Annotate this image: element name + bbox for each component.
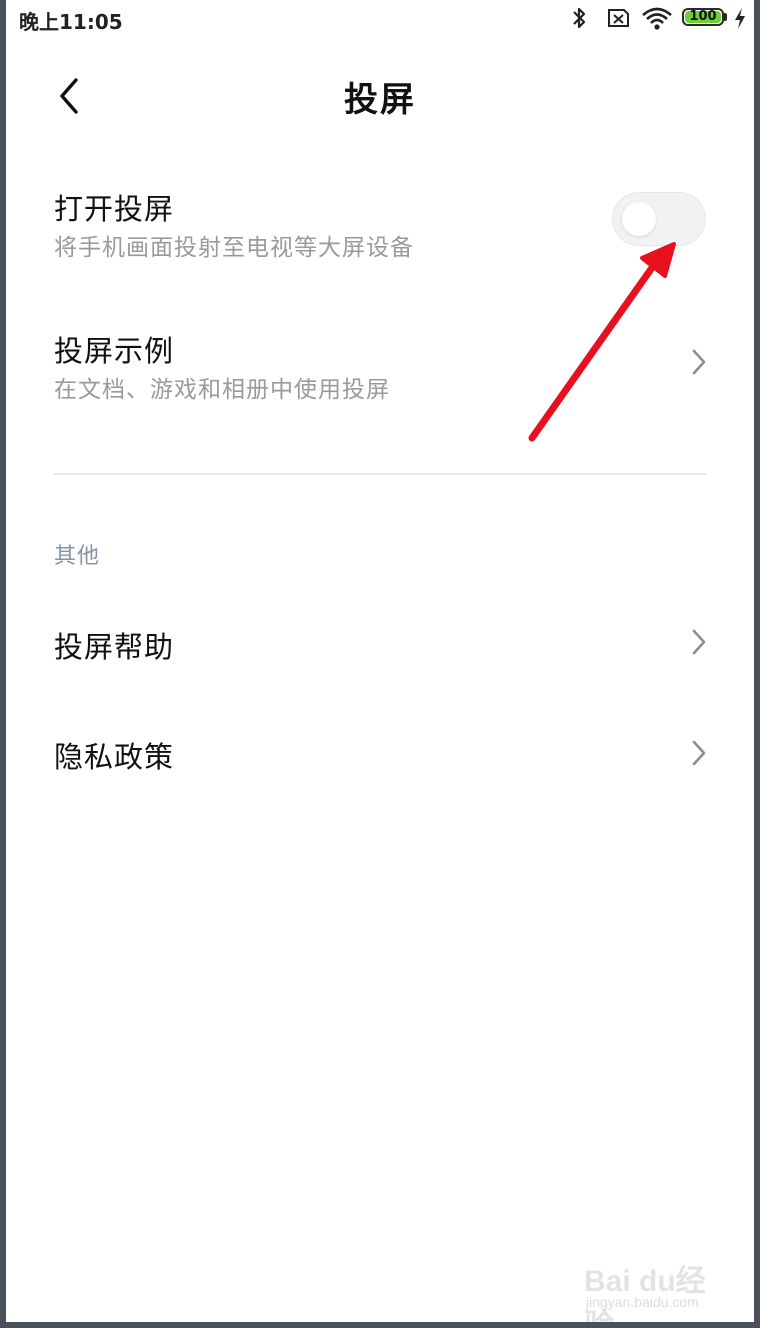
privacy-policy-row[interactable]: 隐私政策: [6, 710, 754, 796]
page-title: 投屏: [344, 80, 416, 120]
baidu-watermark: Bai du经验 jingyan.baidu.com: [584, 1250, 734, 1322]
open-cast-toggle[interactable]: [612, 192, 706, 246]
privacy-policy-title: 隐私政策: [54, 740, 175, 774]
wifi-icon: [642, 7, 672, 30]
watermark-url: jingyan.baidu.com: [586, 1294, 699, 1310]
sim-x-icon: [608, 9, 629, 27]
status-bar: 晚上11:05 100: [6, 0, 754, 36]
cast-help-row[interactable]: 投屏帮助: [6, 600, 754, 686]
status-time: 晚上11:05: [19, 10, 123, 34]
cast-examples-title: 投屏示例: [54, 334, 175, 368]
section-label-other: 其他: [54, 544, 101, 569]
battery-icon: 100: [682, 8, 724, 26]
battery-tip: [724, 13, 727, 21]
watermark-logo: Bai du经验: [584, 1265, 706, 1322]
chevron-right-icon: [692, 629, 706, 655]
screen: 晚上11:05 100 投屏 打开投屏 将手机画面投射至电视等大屏设备 投屏示例…: [6, 0, 754, 1322]
cast-examples-row[interactable]: 投屏示例 在文档、游戏和相册中使用投屏: [6, 310, 754, 420]
cast-examples-subtitle: 在文档、游戏和相册中使用投屏: [54, 377, 390, 403]
bluetooth-icon: [573, 7, 586, 29]
cast-help-title: 投屏帮助: [54, 630, 175, 664]
toggle-knob: [622, 202, 656, 236]
chevron-right-icon: [692, 740, 706, 766]
open-cast-subtitle: 将手机画面投射至电视等大屏设备: [54, 235, 414, 261]
battery-text: 100: [689, 9, 717, 24]
open-cast-title: 打开投屏: [54, 192, 175, 226]
chevron-right-icon: [692, 349, 706, 375]
section-divider: [54, 473, 706, 475]
charging-icon: [735, 8, 745, 29]
